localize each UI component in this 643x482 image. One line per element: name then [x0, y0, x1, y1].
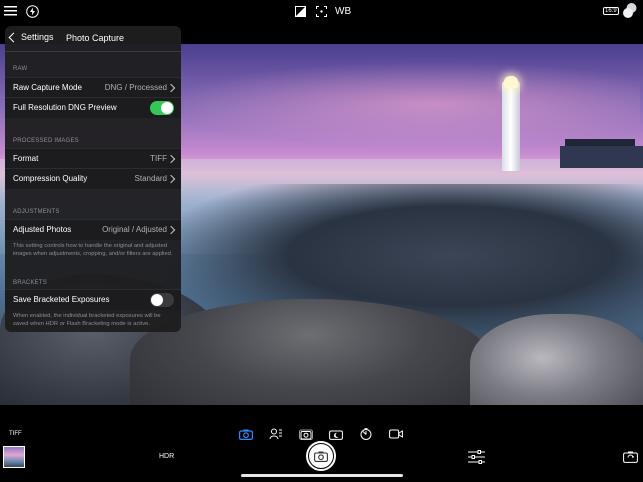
section-brackets: BRACKETS: [13, 280, 47, 286]
row-value: TIFF: [150, 154, 167, 163]
flip-camera-icon[interactable]: [622, 450, 638, 464]
back-label: Settings: [21, 32, 54, 42]
full-resolution-dng-toggle[interactable]: [150, 101, 174, 115]
exposure-icon[interactable]: [294, 5, 306, 17]
save-bracketed-row: Save Bracketed Exposures: [5, 289, 181, 310]
camera-shutter-icon: [314, 451, 328, 462]
toggle-knob: [151, 294, 163, 306]
chevron-right-icon: [166, 174, 176, 184]
flash-icon[interactable]: [25, 4, 39, 18]
portrait-mode-icon[interactable]: [269, 428, 283, 440]
chevron-right-icon: [166, 225, 176, 235]
row-label: Save Bracketed Exposures: [13, 295, 110, 304]
full-resolution-dng-row: Full Resolution DNG Preview: [5, 97, 181, 118]
dual-lens-icon[interactable]: [622, 2, 639, 19]
row-label: Raw Capture Mode: [13, 83, 82, 92]
panel-title: Photo Capture: [66, 33, 125, 43]
back-button[interactable]: Settings: [8, 32, 54, 42]
lighthouse-lamp: [504, 76, 518, 88]
camera-mode-icon[interactable]: [239, 428, 253, 440]
save-bracketed-toggle[interactable]: [150, 293, 174, 307]
lighthouse: [502, 81, 520, 171]
timer-mode-icon[interactable]: [359, 428, 373, 440]
row-label: Format: [13, 154, 39, 163]
sky: [120, 54, 640, 154]
shutter-inner: [309, 444, 333, 468]
row-value: Original / Adjusted: [102, 225, 167, 234]
hdr-button[interactable]: HDR: [159, 453, 174, 460]
chevron-right-icon: [166, 154, 176, 164]
night-mode-icon[interactable]: [329, 428, 343, 440]
row-value: Standard: [134, 174, 167, 183]
toggle-knob: [161, 102, 173, 114]
video-mode-icon[interactable]: [389, 428, 403, 440]
compression-quality-row[interactable]: Compression Quality Standard: [5, 168, 181, 189]
sliders-icon[interactable]: [467, 449, 485, 465]
adjusted-photos-row[interactable]: Adjusted Photos Original / Adjusted: [5, 219, 181, 240]
row-label: Adjusted Photos: [13, 225, 72, 234]
hamburger-menu-icon[interactable]: [3, 4, 18, 18]
row-value: DNG / Processed: [104, 83, 167, 92]
home-indicator: [241, 474, 403, 477]
chevron-left-icon: [8, 32, 19, 42]
shutter-button[interactable]: [306, 441, 336, 471]
white-balance-button[interactable]: WB: [335, 6, 351, 17]
adjusted-photos-note: This setting controls how to handle the …: [13, 243, 173, 257]
format-badge: TIFF: [9, 431, 22, 437]
focus-target-icon[interactable]: [315, 5, 327, 17]
aspect-ratio-badge[interactable]: 16:9: [603, 7, 619, 15]
row-label: Compression Quality: [13, 174, 88, 183]
section-processed: PROCESSED IMAGES: [13, 138, 79, 144]
panel-header: Settings Photo Capture: [5, 26, 181, 52]
raw-capture-mode-row[interactable]: Raw Capture Mode DNG / Processed: [5, 77, 181, 98]
photo-capture-settings-panel: Settings Photo Capture RAW Raw Capture M…: [5, 26, 181, 332]
section-adjustments: ADJUSTMENTS: [13, 209, 60, 215]
last-photo-thumbnail[interactable]: [3, 446, 25, 468]
top-toolbar: WB 16:9: [0, 0, 643, 24]
foreground-rock-right: [470, 314, 643, 405]
row-label: Full Resolution DNG Preview: [13, 103, 117, 112]
burst-mode-icon[interactable]: [299, 428, 313, 440]
section-raw: RAW: [13, 66, 28, 72]
chevron-right-icon: [166, 83, 176, 93]
coastal-house: [560, 146, 643, 168]
brackets-note: When enabled, the individual bracketed e…: [13, 313, 161, 327]
format-row[interactable]: Format TIFF: [5, 148, 181, 169]
